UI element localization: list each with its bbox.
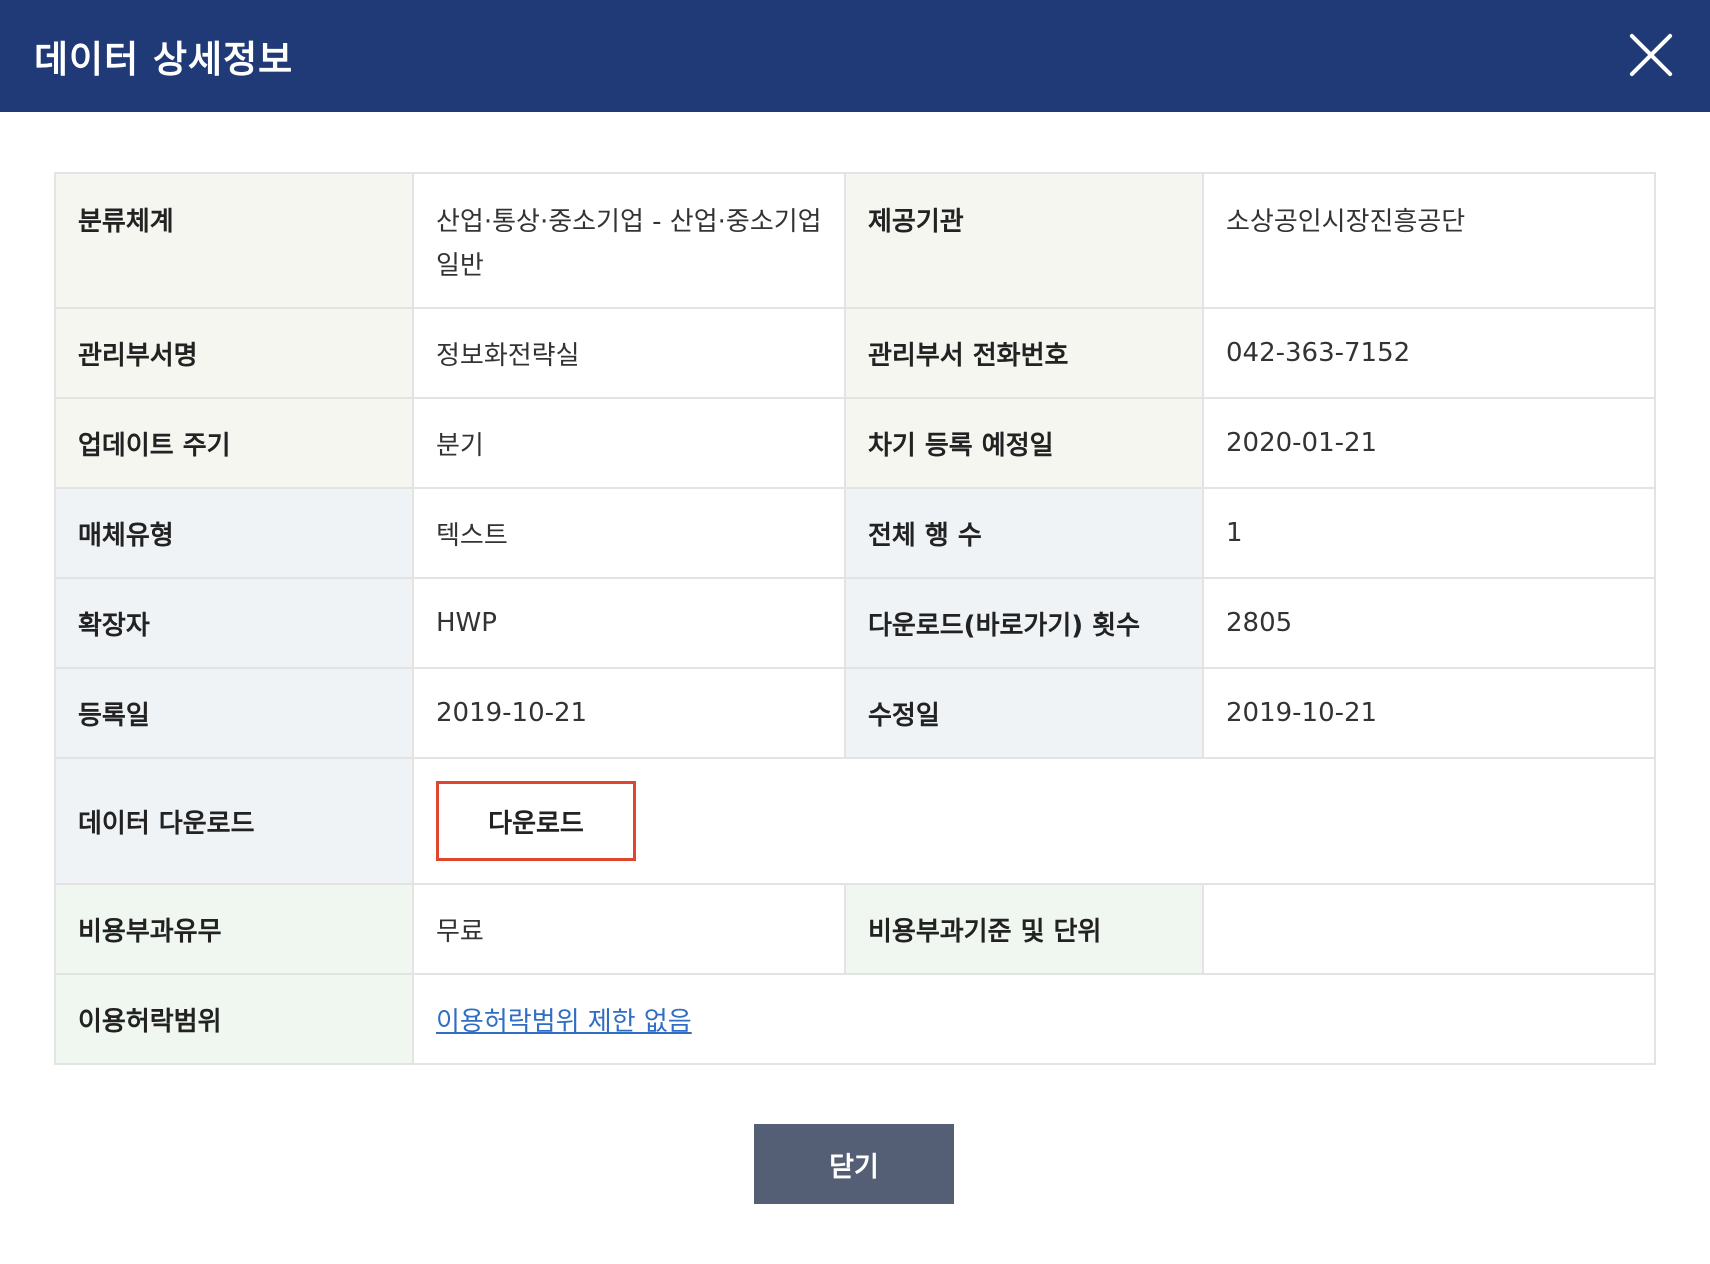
dialog-title: 데이터 상세정보: [34, 38, 294, 81]
value-extension: HWP: [412, 577, 846, 669]
license-link[interactable]: 이용허락범위 제한 없음: [436, 1007, 692, 1037]
value-total-rows: 1: [1202, 487, 1656, 579]
value-media-type: 텍스트: [412, 487, 846, 579]
label-next-registration: 차기 등록 예정일: [844, 397, 1204, 489]
label-extension: 확장자: [54, 577, 414, 669]
table-row: 매체유형 텍스트 전체 행 수 1: [54, 487, 1656, 579]
close-icon[interactable]: [1626, 30, 1676, 80]
table-row: 데이터 다운로드 다운로드: [54, 757, 1656, 885]
value-next-registration: 2020-01-21: [1202, 397, 1656, 489]
table-row: 업데이트 주기 분기 차기 등록 예정일 2020-01-21: [54, 397, 1656, 489]
value-classification: 산업·통상·중소기업 - 산업·중소기업일반: [412, 172, 846, 309]
label-total-rows: 전체 행 수: [844, 487, 1204, 579]
download-button[interactable]: 다운로드: [436, 781, 636, 861]
table-row: 이용허락범위 이용허락범위 제한 없음: [54, 973, 1656, 1065]
label-classification: 분류체계: [54, 172, 414, 309]
label-update-cycle: 업데이트 주기: [54, 397, 414, 489]
table-row: 비용부과유무 무료 비용부과기준 및 단위: [54, 883, 1656, 975]
value-registered-date: 2019-10-21: [412, 667, 846, 759]
detail-table: 분류체계 산업·통상·중소기업 - 산업·중소기업일반 제공기관 소상공인시장진…: [54, 172, 1656, 1065]
table-row: 분류체계 산업·통상·중소기업 - 산업·중소기업일반 제공기관 소상공인시장진…: [54, 172, 1656, 309]
label-fee: 비용부과유무: [54, 883, 414, 975]
label-registered-date: 등록일: [54, 667, 414, 759]
dialog-header: 데이터 상세정보: [0, 0, 1710, 112]
label-data-download: 데이터 다운로드: [54, 757, 414, 885]
table-row: 관리부서명 정보화전략실 관리부서 전화번호 042-363-7152: [54, 307, 1656, 399]
label-modified-date: 수정일: [844, 667, 1204, 759]
label-license: 이용허락범위: [54, 973, 414, 1065]
license-cell: 이용허락범위 제한 없음: [412, 973, 1656, 1065]
label-download-count: 다운로드(바로가기) 횟수: [844, 577, 1204, 669]
close-button[interactable]: 닫기: [754, 1124, 954, 1204]
value-provider: 소상공인시장진흥공단: [1202, 172, 1656, 309]
value-update-cycle: 분기: [412, 397, 846, 489]
value-department: 정보화전략실: [412, 307, 846, 399]
label-department: 관리부서명: [54, 307, 414, 399]
table-row: 등록일 2019-10-21 수정일 2019-10-21: [54, 667, 1656, 759]
value-fee: 무료: [412, 883, 846, 975]
value-modified-date: 2019-10-21: [1202, 667, 1656, 759]
value-download-count: 2805: [1202, 577, 1656, 669]
label-provider: 제공기관: [844, 172, 1204, 309]
download-cell: 다운로드: [412, 757, 1656, 885]
value-fee-criteria: [1202, 883, 1656, 975]
value-department-phone: 042-363-7152: [1202, 307, 1656, 399]
label-fee-criteria: 비용부과기준 및 단위: [844, 883, 1204, 975]
label-department-phone: 관리부서 전화번호: [844, 307, 1204, 399]
table-row: 확장자 HWP 다운로드(바로가기) 횟수 2805: [54, 577, 1656, 669]
label-media-type: 매체유형: [54, 487, 414, 579]
